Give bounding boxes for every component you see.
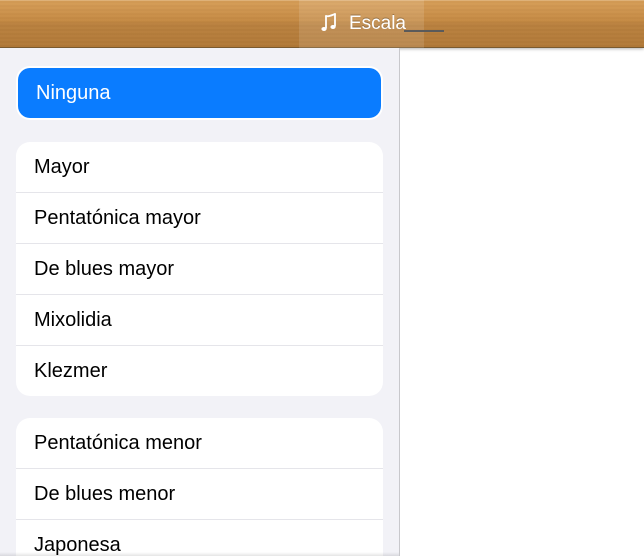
music-notes-icon [317,12,341,36]
scale-option-label: De blues mayor [34,258,174,280]
top-bar: Escala [0,0,644,48]
scale-option-label: Mixolidia [34,309,112,331]
scale-option-major[interactable]: Mayor [16,142,383,193]
scale-option-label: Ninguna [36,82,111,104]
scale-option-label: Klezmer [34,360,107,382]
scale-option-label: Pentatónica mayor [34,207,201,229]
scale-group-none: Ninguna [16,66,383,120]
callout-line [404,30,444,32]
scale-option-mixolydian[interactable]: Mixolidia [16,295,383,346]
scale-option-klezmer[interactable]: Klezmer [16,346,383,396]
scale-option-major-pentatonic[interactable]: Pentatónica mayor [16,193,383,244]
scale-option-label: Japonesa [34,534,121,556]
scale-option-japanese[interactable]: Japonesa [16,520,383,556]
scale-group-major: Mayor Pentatónica mayor De blues mayor M… [16,142,383,396]
scale-option-label: Pentatónica menor [34,432,202,454]
scale-option-label: De blues menor [34,483,175,505]
scale-panel: Ninguna Mayor Pentatónica mayor De blues… [0,48,400,556]
scale-option-none[interactable]: Ninguna [18,68,381,118]
scale-option-label: Mayor [34,156,90,178]
scale-option-major-blues[interactable]: De blues mayor [16,244,383,295]
scale-group-minor: Pentatónica menor De blues menor Japones… [16,418,383,556]
scale-option-minor-blues[interactable]: De blues menor [16,469,383,520]
scale-button[interactable]: Escala [299,0,424,48]
scale-option-minor-pentatonic[interactable]: Pentatónica menor [16,418,383,469]
scale-button-label: Escala [349,13,406,35]
